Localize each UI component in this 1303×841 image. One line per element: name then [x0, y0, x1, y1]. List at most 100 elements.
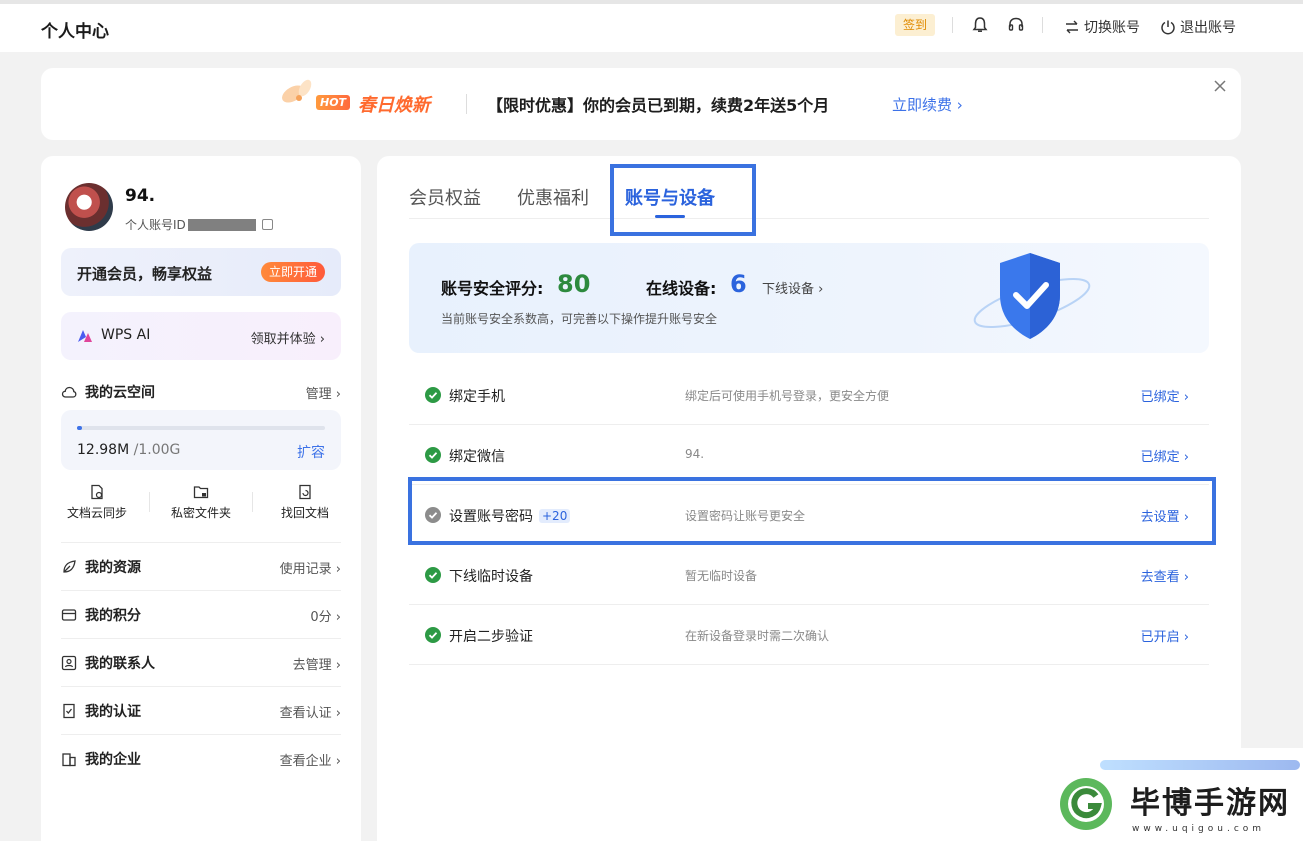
divider	[61, 542, 341, 543]
check-circle-icon	[425, 447, 441, 463]
check-circle-icon	[425, 567, 441, 583]
switch-account-link[interactable]: 切换账号	[1064, 17, 1140, 37]
shield-icon	[973, 253, 1091, 339]
score-label: 账号安全评分:	[441, 279, 544, 298]
item-desc: 94.	[685, 447, 705, 461]
highlight-box-tab	[610, 164, 756, 236]
divider	[61, 638, 341, 639]
list-item: 绑定微信 94. 已绑定 ›	[409, 425, 1209, 485]
offline-devices-link[interactable]: 下线设备 ›	[762, 278, 823, 297]
wps-ai-action[interactable]: 领取并体验 ›	[251, 328, 325, 347]
contacts-icon	[61, 655, 77, 671]
menu-certification-action[interactable]: 查看认证 ›	[280, 702, 341, 721]
online-devices-count: 6	[730, 270, 747, 298]
item-name: 绑定手机	[449, 389, 505, 405]
bell-icon[interactable]	[971, 16, 989, 34]
watermark-bar	[1100, 760, 1300, 770]
item-action[interactable]: 已绑定 ›	[1141, 386, 1189, 405]
security-score: 80	[557, 270, 591, 298]
divider	[61, 734, 341, 735]
leaf-icon	[63, 560, 76, 573]
quick-private-folder[interactable]: 私密文件夹	[156, 484, 246, 521]
watermark: 毕博手游网 www.uqigou.com	[1040, 748, 1303, 841]
close-icon[interactable]	[1212, 78, 1228, 94]
item-action[interactable]: 已开启 ›	[1141, 626, 1189, 645]
hot-badge: HOT	[316, 95, 351, 110]
storage-card: 12.98M /1.00G 扩容	[61, 410, 341, 470]
certificate-icon	[63, 703, 75, 719]
wps-ai-logo-icon	[78, 330, 92, 342]
menu-resources-action[interactable]: 使用记录 ›	[280, 558, 341, 577]
menu-enterprise[interactable]: 我的企业	[61, 749, 141, 769]
item-desc: 暂无临时设备	[685, 569, 758, 583]
divider	[952, 17, 953, 33]
divider	[1042, 17, 1043, 33]
vip-text: 开通会员，畅享权益	[77, 265, 213, 283]
item-name: 开启二步验证	[449, 629, 533, 645]
power-icon	[1161, 20, 1175, 35]
renew-link[interactable]: 立即续费 ›	[892, 94, 963, 115]
menu-certification[interactable]: 我的认证	[61, 701, 141, 721]
item-name: 绑定微信	[449, 449, 505, 465]
wps-ai-card[interactable]: WPS AI 领取并体验 ›	[61, 312, 341, 360]
divider	[252, 492, 253, 512]
menu-enterprise-action[interactable]: 查看企业 ›	[280, 750, 341, 769]
item-desc: 在新设备登录时需二次确认	[685, 629, 830, 643]
user-name: 94.	[125, 186, 156, 206]
cloud-space-title: 我的云空间	[61, 382, 155, 402]
switch-icon	[1066, 20, 1078, 34]
headset-icon[interactable]	[1007, 16, 1025, 34]
security-hint: 当前账号安全系数高，可完善以下操作提升账号安全	[441, 312, 718, 326]
promo-text: 【限时优惠】你的会员已到期，续费2年送5个月	[487, 96, 830, 115]
menu-points-action[interactable]: 0分 ›	[310, 606, 341, 625]
wallet-icon	[61, 609, 77, 621]
item-action[interactable]: 去查看 ›	[1141, 566, 1189, 585]
item-desc: 绑定后可使用手机号登录，更安全方便	[685, 389, 890, 403]
tab-member-benefits[interactable]: 会员权益	[409, 184, 481, 210]
check-circle-icon	[425, 627, 441, 643]
recover-doc-icon	[299, 484, 311, 500]
building-icon	[62, 753, 76, 767]
item-name: 下线临时设备	[449, 569, 533, 585]
storage-usage: 12.98M /1.00G	[77, 442, 181, 458]
divider	[149, 492, 150, 512]
check-circle-icon	[425, 387, 441, 403]
campaign-title: 春日焕新	[358, 95, 430, 116]
highlight-box-password	[408, 477, 1216, 545]
menu-contacts-action[interactable]: 去管理 ›	[293, 654, 341, 673]
storage-progress-fill	[77, 426, 82, 430]
cloud-icon	[61, 386, 77, 398]
menu-contacts[interactable]: 我的联系人	[61, 653, 155, 673]
divider	[466, 94, 467, 114]
cloud-manage-link[interactable]: 管理 ›	[306, 383, 341, 402]
devices-label: 在线设备:	[646, 279, 717, 298]
vip-card[interactable]: 开通会员，畅享权益 立即开通	[61, 248, 341, 296]
watermark-url: www.uqigou.com	[1132, 824, 1266, 834]
divider	[61, 590, 341, 591]
masked-id	[187, 218, 256, 231]
avatar[interactable]	[65, 183, 113, 231]
menu-points[interactable]: 我的积分	[61, 605, 141, 625]
logout-link[interactable]: 退出账号	[1160, 17, 1236, 37]
list-item: 开启二步验证 在新设备登录时需二次确认 已开启 ›	[409, 605, 1209, 665]
list-item: 绑定手机 绑定后可使用手机号登录，更安全方便 已绑定 ›	[409, 365, 1209, 425]
vip-open-button[interactable]: 立即开通	[260, 262, 325, 282]
security-summary: 账号安全评分: 80 在线设备: 6 下线设备 › 当前账号安全系数高，可完善以…	[409, 243, 1209, 353]
user-id: 个人账号ID	[125, 216, 273, 233]
quick-doc-sync[interactable]: 文档云同步	[52, 484, 142, 521]
list-item: 下线临时设备 暂无临时设备 去查看 ›	[409, 545, 1209, 605]
quick-recover-doc[interactable]: 找回文档	[260, 484, 350, 521]
storage-progress	[77, 426, 325, 430]
doc-sync-icon	[91, 484, 103, 500]
wps-ai-label: WPS AI	[101, 327, 151, 343]
watermark-logo-icon	[1060, 778, 1112, 830]
menu-resources[interactable]: 我的资源	[61, 557, 141, 577]
item-action[interactable]: 已绑定 ›	[1141, 446, 1189, 465]
copy-icon[interactable]	[261, 219, 273, 230]
signin-button[interactable]: 签到	[895, 14, 935, 36]
tab-discounts[interactable]: 优惠福利	[517, 184, 589, 210]
flower-icon	[282, 79, 312, 103]
page-title: 个人中心	[41, 22, 109, 42]
expand-storage-link[interactable]: 扩容	[297, 442, 325, 462]
watermark-brand: 毕博手游网	[1130, 786, 1290, 821]
